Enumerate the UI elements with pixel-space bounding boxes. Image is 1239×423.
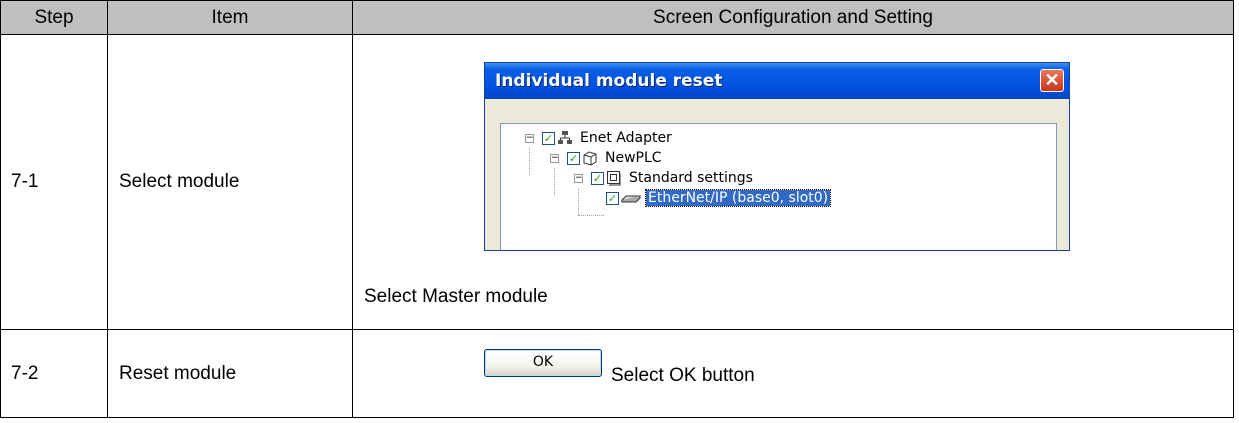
checkbox[interactable]: ✓ [542,131,555,145]
checkbox[interactable]: ✓ [606,191,619,205]
table-row: 7-1 Select module Individual module rese… [0,34,1234,330]
close-icon: ✕ [1044,70,1060,90]
step-cell: 7-2 [0,329,108,418]
header-item: Item [107,0,353,35]
step-number: 7-1 [11,171,39,192]
header-row: Step Item Screen Configuration and Setti… [0,0,1234,35]
header-config: Screen Configuration and Setting [352,0,1234,35]
item-cell: Reset module [107,329,353,418]
tree-node-label: EtherNet/IP (base0, slot0) [644,189,832,207]
tree-node-enet-adapter[interactable]: − ✓ Enet Adapter [525,128,674,148]
item-cell: Select module [107,34,353,330]
module-reset-dialog: Individual module reset ✕ − ✓ Enet Adapt… [484,62,1070,251]
tree-node-label: NewPLC [605,150,662,166]
ok-button[interactable]: OK [484,349,602,377]
settings-panel-icon [606,170,622,186]
checkbox[interactable]: ✓ [567,151,580,165]
procedure-table: Step Item Screen Configuration and Setti… [0,0,1234,418]
item-label: Select module [119,171,240,192]
tree-node-label: Enet Adapter [580,130,672,146]
ethernet-module-icon [621,190,641,206]
plc-cube-icon [582,150,598,166]
config-cell: OK Select OK button [352,329,1234,418]
table-row: 7-2 Reset module OK Select OK button [0,329,1234,418]
item-label: Reset module [119,362,237,384]
collapse-icon[interactable]: − [550,153,559,163]
collapse-icon[interactable]: − [525,133,534,143]
config-cell: Individual module reset ✕ − ✓ Enet Adapt… [352,34,1234,330]
step-cell: 7-1 [0,34,108,330]
network-adapter-icon [557,130,573,146]
tree-node-label: Standard settings [629,170,753,186]
step-number: 7-2 [11,362,39,384]
dialog-title: Individual module reset [495,71,723,91]
tree-node-standard-settings[interactable]: − ✓ Standard settings [574,168,755,188]
header-step: Step [0,0,108,35]
close-button[interactable]: ✕ [1040,69,1064,92]
tree-node-ethernet-ip[interactable]: ✓ EtherNet/IP (base0, slot0) [606,188,832,208]
checkbox[interactable]: ✓ [591,171,604,185]
module-tree: − ✓ Enet Adapter − ✓ NewPLC − ✓ Standard… [500,123,1057,250]
instruction-caption: Select Master module [364,286,548,307]
instruction-caption: Select OK button [611,365,755,386]
collapse-icon[interactable]: − [574,173,583,183]
tree-node-newplc[interactable]: − ✓ NewPLC [550,148,664,168]
dialog-titlebar: Individual module reset ✕ [485,63,1069,99]
